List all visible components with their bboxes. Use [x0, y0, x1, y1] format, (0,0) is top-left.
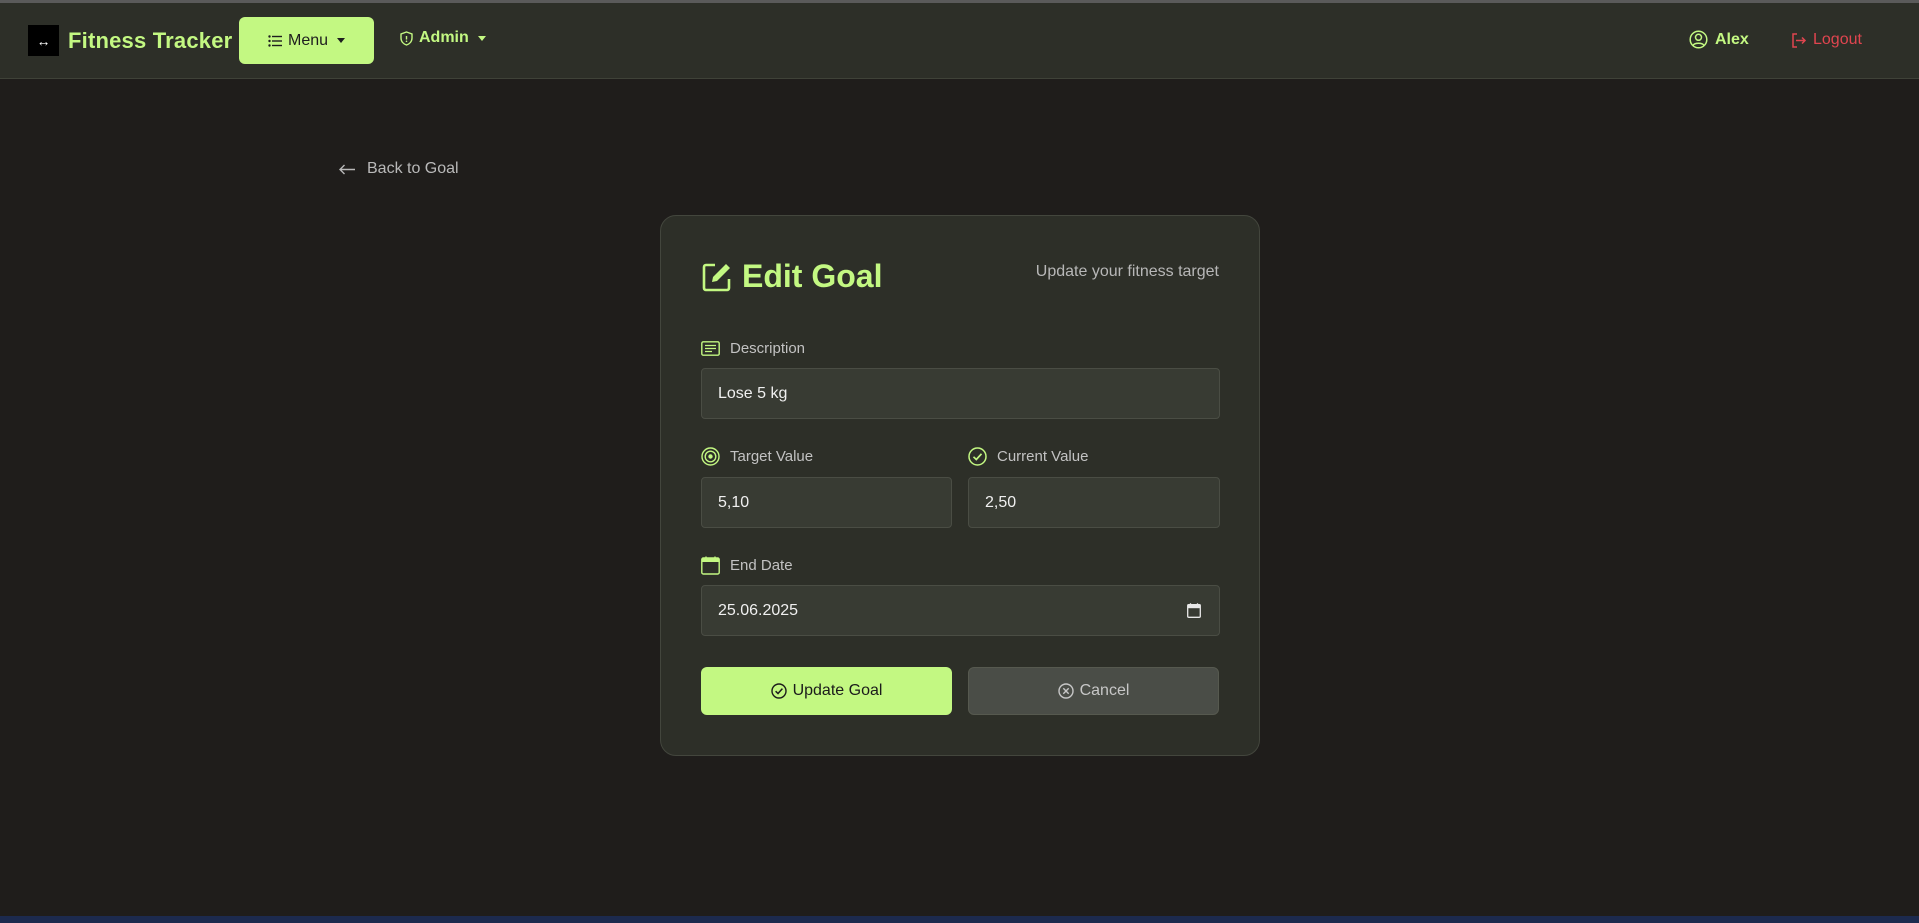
- arrow-left-icon: [339, 164, 355, 174]
- logout-label: Logout: [1813, 31, 1862, 48]
- menu-dropdown-button[interactable]: Menu: [239, 17, 374, 64]
- description-input[interactable]: Lose 5 kg: [701, 368, 1220, 419]
- current-value-label-text: Current Value: [997, 448, 1089, 465]
- target-value-label-text: Target Value: [730, 448, 814, 465]
- cancel-button[interactable]: Cancel: [968, 667, 1219, 715]
- taskbar-edge: [0, 916, 1919, 923]
- edit-icon: [702, 263, 731, 291]
- navbar: ↔ Fitness Tracker Menu Admin Alex Logout: [0, 3, 1919, 79]
- user-name: Alex: [1715, 30, 1749, 48]
- dumbbell-icon: ↔: [28, 25, 59, 56]
- chevron-down-icon: [337, 38, 346, 43]
- page-title: Edit Goal: [701, 258, 882, 295]
- target-value-label: Target Value: [701, 447, 813, 466]
- update-goal-button[interactable]: Update Goal: [701, 667, 952, 715]
- target-value-input[interactable]: 5,10: [701, 477, 952, 528]
- chevron-down-icon: [477, 35, 486, 41]
- x-circle-icon: [1057, 683, 1074, 699]
- text-lines-icon: [701, 341, 720, 356]
- edit-goal-card: Edit Goal Update your fitness target Des…: [660, 215, 1260, 756]
- check-circle-icon: [770, 683, 787, 699]
- end-date-value: 25.06.2025: [718, 601, 799, 619]
- description-label: Description: [701, 340, 805, 357]
- calendar-picker-icon[interactable]: [1187, 603, 1201, 618]
- title-text: Edit Goal: [742, 258, 883, 294]
- logout-icon: [1792, 32, 1807, 48]
- brand-name: Fitness Tracker: [68, 27, 233, 53]
- admin-label: Admin: [419, 29, 469, 46]
- back-link-label: Back to Goal: [367, 160, 459, 177]
- list-icon: [268, 34, 282, 47]
- description-value: Lose 5 kg: [718, 384, 788, 402]
- update-goal-label: Update Goal: [792, 682, 883, 699]
- check-circle-icon: [968, 447, 987, 466]
- current-value-label: Current Value: [968, 447, 1088, 466]
- target-icon: [701, 447, 720, 466]
- end-date-label-text: End Date: [730, 557, 793, 574]
- calendar-icon: [701, 556, 720, 575]
- end-date-label: End Date: [701, 556, 793, 575]
- description-label-text: Description: [730, 340, 806, 357]
- admin-dropdown-button[interactable]: Admin: [400, 29, 486, 47]
- back-to-goal-link[interactable]: Back to Goal: [339, 160, 459, 178]
- menu-label: Menu: [287, 31, 329, 49]
- current-value-input[interactable]: 2,50: [968, 477, 1220, 528]
- user-profile-link[interactable]: Alex: [1689, 30, 1749, 49]
- current-value: 2,50: [985, 493, 1017, 511]
- shield-icon: [400, 30, 413, 46]
- user-circle-icon: [1689, 30, 1708, 49]
- card-subtitle: Update your fitness target: [1035, 263, 1219, 280]
- logout-button[interactable]: Logout: [1791, 31, 1862, 49]
- brand[interactable]: ↔ Fitness Tracker: [28, 25, 232, 56]
- target-value: 5,10: [718, 493, 750, 511]
- end-date-input[interactable]: 25.06.2025: [701, 585, 1220, 636]
- cancel-label: Cancel: [1079, 682, 1130, 699]
